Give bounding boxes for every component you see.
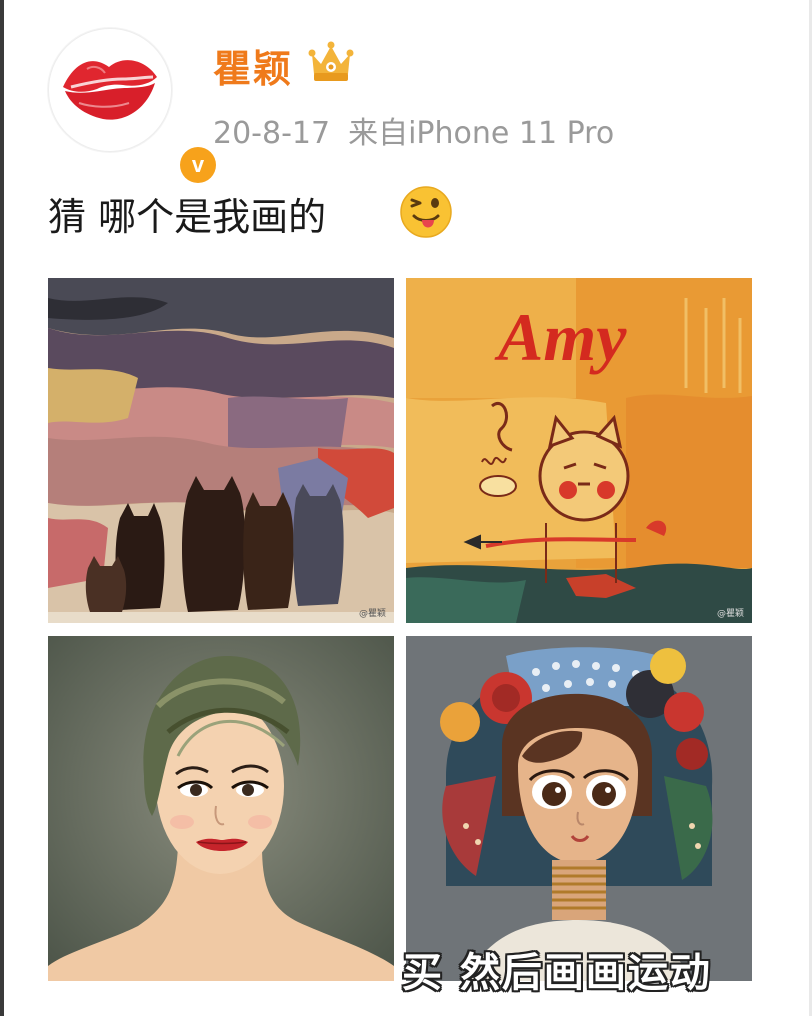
flower-hat-girl-painting: [406, 636, 752, 981]
post-text: 猜 哪个是我画的: [48, 195, 327, 239]
weibo-post: v 瞿颖 20-8-17 来自iPhone 11 Pro 猜 哪个是我画的 @瞿…: [0, 0, 812, 1016]
lips-icon: [63, 60, 157, 120]
image-watermark: @瞿颖: [358, 609, 386, 619]
post-image-3[interactable]: [48, 636, 394, 981]
abstract-cats-painting: [48, 278, 394, 623]
post-meta: 20-8-17 来自iPhone 11 Pro: [213, 108, 614, 152]
amy-cat-painting: Amy: [406, 278, 752, 623]
username[interactable]: 瞿颖: [213, 38, 293, 93]
post-image-4[interactable]: [406, 636, 752, 981]
tongue-wink-emoji: [400, 186, 452, 238]
avatar[interactable]: v: [48, 28, 220, 187]
woman-portrait-painting: [48, 636, 394, 981]
post-source[interactable]: 来自iPhone 11 Pro: [348, 116, 614, 151]
painted-amy-text: Amy: [494, 299, 627, 375]
video-caption: 买 然后画画运动: [402, 950, 712, 996]
verified-label: v: [180, 147, 216, 183]
post-image-1[interactable]: @瞿颖: [48, 278, 394, 623]
post-date: 20-8-17: [213, 116, 331, 151]
image-watermark: @瞿颖: [716, 609, 744, 619]
post-image-2[interactable]: Amy @瞿颖: [406, 278, 752, 623]
crown-vip-icon[interactable]: [308, 40, 354, 84]
